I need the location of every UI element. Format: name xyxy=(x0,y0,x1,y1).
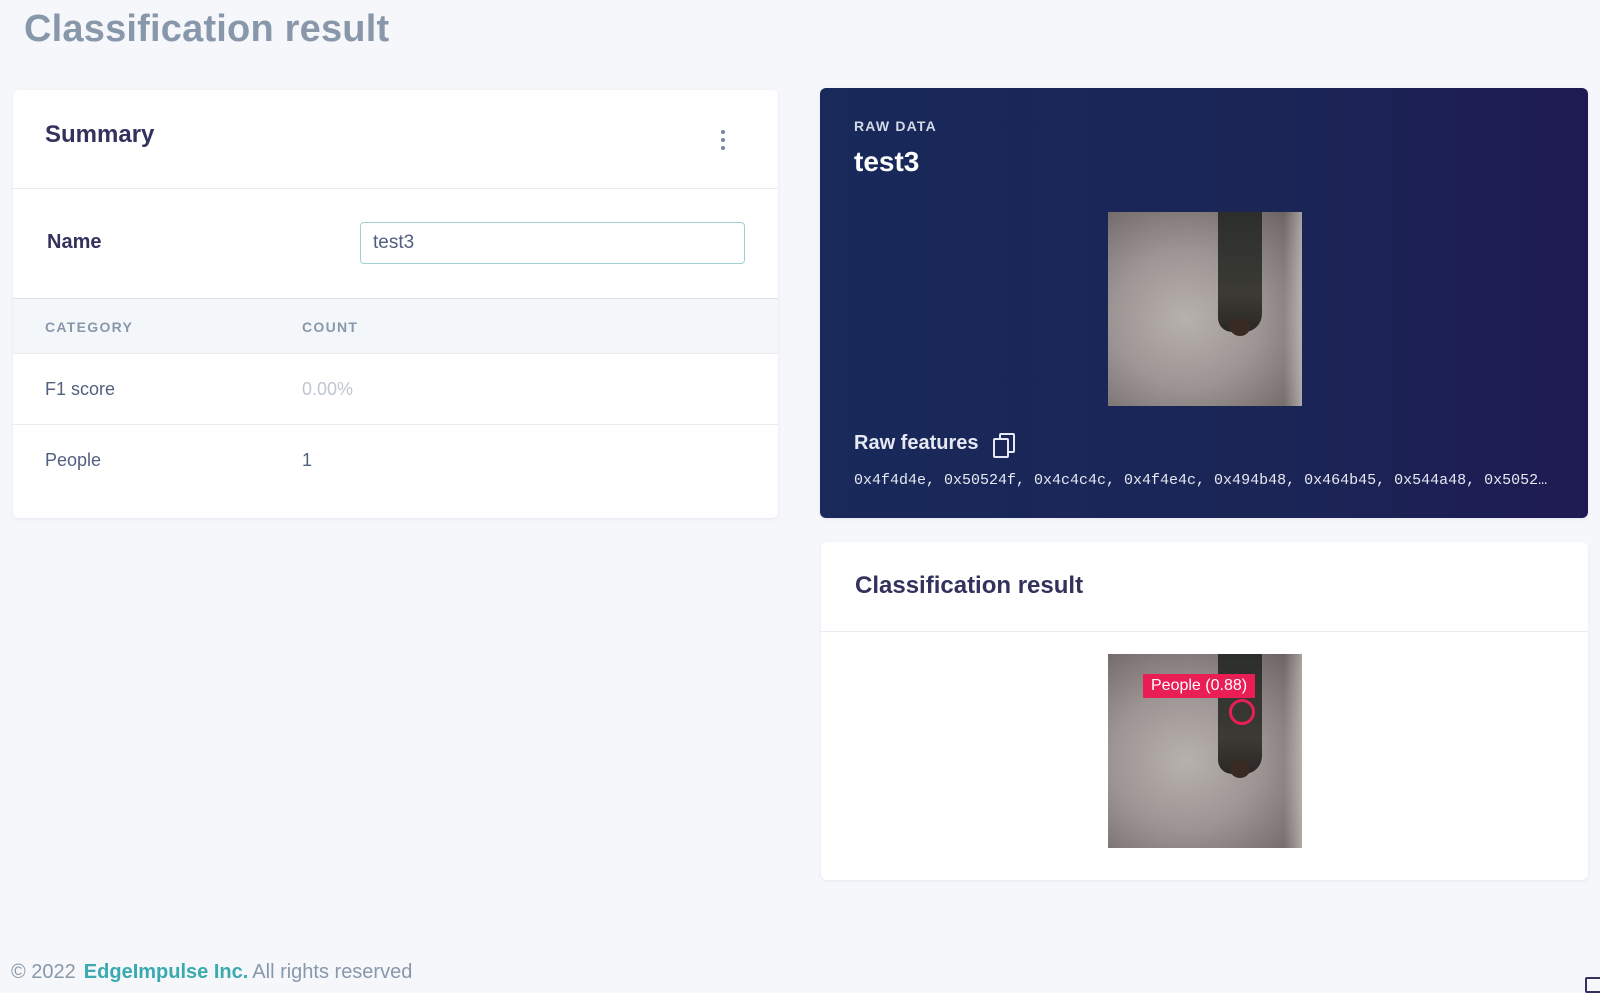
detection-label: People (0.88) xyxy=(1143,674,1256,698)
person-figure xyxy=(1218,212,1262,336)
footer: © 2022 EdgeImpulse Inc. All rights reserve… xyxy=(11,961,412,984)
sample-image xyxy=(1108,212,1302,406)
row-category: People xyxy=(45,450,102,470)
raw-data-label: RAW DATA xyxy=(854,118,937,134)
column-header-category: CATEGORY xyxy=(45,319,134,335)
dot xyxy=(721,130,725,134)
classification-card: Classification result People (0.88) xyxy=(821,542,1588,880)
dot xyxy=(721,138,725,142)
copy-icon[interactable] xyxy=(992,432,1015,458)
classified-image: People (0.88) xyxy=(1108,654,1302,848)
table-header: CATEGORY COUNT xyxy=(13,299,778,354)
summary-card: Summary Name CATEGORY COUNT F1 score 0.0… xyxy=(13,90,778,518)
image-edge xyxy=(1284,212,1302,406)
expand-icon[interactable] xyxy=(1585,977,1600,993)
dot xyxy=(721,146,725,150)
raw-features-values: 0x4f4d4e, 0x50524f, 0x4c4c4c, 0x4f4e4c, … xyxy=(854,472,1548,489)
company-link[interactable]: EdgeImpulse Inc. xyxy=(84,961,248,983)
row-count: 0.00% xyxy=(302,379,354,399)
image-edge xyxy=(1284,654,1302,848)
column-header-count: COUNT xyxy=(302,319,359,335)
row-count: 1 xyxy=(302,450,313,470)
page-title: Classification result xyxy=(24,8,390,50)
rights-text: All rights reserved xyxy=(252,961,413,983)
name-row: Name xyxy=(13,189,778,299)
classification-header: Classification result xyxy=(821,542,1588,632)
name-label: Name xyxy=(47,231,102,253)
name-input[interactable] xyxy=(360,222,745,264)
copyright-text: © 2022 xyxy=(11,961,76,983)
table-row: F1 score 0.00% xyxy=(13,354,778,425)
classification-title: Classification result xyxy=(855,572,1084,599)
raw-features-label: Raw features xyxy=(854,432,979,454)
raw-features-heading: Raw features xyxy=(854,432,1015,458)
summary-header: Summary xyxy=(13,90,778,189)
more-options-icon[interactable] xyxy=(719,130,727,150)
table-row: People 1 xyxy=(13,425,778,496)
raw-data-card: RAW DATA test3 Raw features 0x4f4d4e, 0x… xyxy=(820,88,1588,518)
detection-marker xyxy=(1229,699,1255,725)
raw-data-name: test3 xyxy=(854,146,920,177)
summary-title: Summary xyxy=(45,121,155,148)
row-category: F1 score xyxy=(45,379,116,399)
